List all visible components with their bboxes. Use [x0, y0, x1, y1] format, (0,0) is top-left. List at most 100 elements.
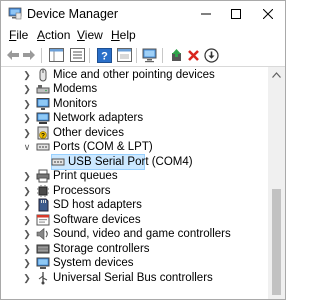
chevron-right-icon[interactable]: ❯: [22, 185, 32, 197]
tree-item-label: USB Serial Port (COM4): [68, 156, 193, 168]
sd-card-icon: [38, 198, 49, 212]
device-manager-window: Device Manager File Action View Help ? ❯…: [0, 0, 286, 300]
device-manager-icon: [8, 7, 22, 20]
toolbar: ?: [1, 45, 285, 67]
svg-text:?: ?: [41, 132, 45, 139]
properties-list-button[interactable]: [69, 47, 85, 63]
tree-item-label: Print queues: [53, 170, 118, 182]
tree-item-other-devices[interactable]: ❯ ? Other devices: [1, 126, 268, 140]
help-button[interactable]: ?: [96, 47, 112, 63]
tree-item-label: Mice and other pointing devices: [53, 69, 215, 81]
svg-text:?: ?: [101, 50, 108, 62]
toolbar-separator: [162, 48, 163, 63]
tree-item-label: Sound, video and game controllers: [53, 228, 231, 240]
chevron-right-icon[interactable]: ❯: [22, 127, 32, 139]
chevron-right-icon[interactable]: ❯: [22, 98, 32, 110]
update-driver-icon: [171, 48, 181, 61]
tree-item-software-devices[interactable]: ❯ Software devices: [1, 213, 268, 227]
update-driver-button[interactable]: [168, 47, 184, 63]
mouse-icon: [39, 68, 47, 82]
tree-item-sd-host-adapters[interactable]: ❯ SD host adapters: [1, 198, 268, 212]
scroll-up-button[interactable]: [268, 67, 285, 83]
scroll-up-arrow-icon: [272, 72, 281, 78]
speaker-icon: [36, 227, 48, 241]
back-button[interactable]: [5, 47, 21, 63]
printer-icon: [36, 169, 50, 183]
chevron-right-icon[interactable]: ❯: [22, 112, 32, 124]
toolbar-separator: [89, 48, 90, 63]
back-arrow-icon: [7, 50, 19, 60]
title-bar[interactable]: Device Manager: [1, 1, 285, 27]
chevron-right-icon[interactable]: ❯: [22, 83, 32, 95]
window-title: Device Manager: [27, 7, 119, 21]
toolbar-separator: [136, 48, 137, 63]
tree-item-label: Software devices: [53, 214, 141, 226]
tree-item-label: Network adapters: [53, 112, 144, 124]
download-circle-icon: [203, 47, 219, 63]
download-driver-button[interactable]: [203, 47, 219, 63]
tree-item-usb-controllers[interactable]: ❯ Universal Serial Bus controllers: [1, 271, 268, 285]
storage-controller-icon: [36, 244, 50, 254]
chevron-right-icon[interactable]: ❯: [22, 199, 32, 211]
menu-file[interactable]: File: [9, 28, 28, 42]
tree-item-network-adapters[interactable]: ❯ Network adapters: [1, 111, 268, 125]
maximize-icon: [231, 9, 241, 19]
modem-icon: [36, 85, 50, 94]
scrollbar-thumb[interactable]: [272, 189, 281, 295]
window-pane-icon: [116, 48, 132, 62]
tree-item-mice[interactable]: ❯ Mice and other pointing devices: [1, 68, 268, 82]
usb-icon: [38, 272, 48, 285]
tree-item-label: Ports (COM & LPT): [53, 141, 153, 153]
network-adapter-icon: [36, 112, 50, 124]
toolbar-separator: [41, 48, 42, 63]
forward-button[interactable]: [21, 47, 37, 63]
tree-item-label: Other devices: [53, 127, 124, 139]
tree-item-processors[interactable]: ❯ Processors: [1, 184, 268, 198]
tree-item-ports[interactable]: ∨ Ports (COM & LPT): [1, 140, 268, 154]
minimize-button[interactable]: [191, 1, 221, 27]
chevron-right-icon[interactable]: ❯: [22, 228, 32, 240]
tree-item-print-queues[interactable]: ❯ Print queues: [1, 169, 268, 183]
forward-arrow-icon: [23, 50, 35, 60]
menu-action[interactable]: Action: [37, 28, 70, 42]
chevron-down-icon[interactable]: ∨: [22, 141, 32, 153]
chevron-right-icon[interactable]: ❯: [22, 257, 32, 269]
chevron-right-icon[interactable]: ❯: [22, 69, 32, 81]
chevron-right-icon[interactable]: ❯: [22, 243, 32, 255]
chevron-right-icon[interactable]: ❯: [22, 170, 32, 182]
system-devices-icon: [36, 257, 50, 269]
tree-item-label: System devices: [53, 257, 134, 269]
uninstall-device-button[interactable]: [185, 47, 201, 63]
monitor-scan-icon: [142, 48, 157, 62]
menu-view[interactable]: View: [77, 28, 103, 42]
minimize-icon: [201, 13, 211, 15]
chevron-right-icon[interactable]: ❯: [22, 272, 32, 284]
maximize-button[interactable]: [221, 1, 251, 27]
menu-help[interactable]: Help: [111, 28, 136, 42]
tree-item-modems[interactable]: ❯ Modems: [1, 82, 268, 96]
console-view-button[interactable]: [116, 47, 132, 63]
tree-item-label: Monitors: [53, 98, 98, 110]
tree-item-label: SD host adapters: [53, 199, 142, 211]
vertical-scrollbar[interactable]: [268, 67, 285, 299]
menu-bar: File Action View Help: [1, 27, 285, 45]
uninstall-x-icon: [187, 49, 199, 61]
chevron-right-icon[interactable]: ❯: [22, 214, 32, 226]
console-tree-icon: [48, 48, 64, 62]
close-button[interactable]: [253, 1, 283, 27]
close-icon: [263, 9, 273, 19]
tree-item-storage-controllers[interactable]: ❯ Storage controllers: [1, 242, 268, 256]
other-devices-icon: ?: [37, 126, 49, 140]
software-devices-icon: [36, 214, 50, 226]
tree-item-label: Storage controllers: [53, 243, 150, 255]
tree-item-label: Processors: [53, 185, 111, 197]
processor-icon: [37, 185, 49, 197]
scan-hardware-changes-button[interactable]: [142, 47, 158, 63]
tree-item-usb-serial-port[interactable]: USB Serial Port (COM4): [1, 154, 268, 170]
show-hide-console-tree-button[interactable]: [48, 47, 64, 63]
tree-item-system-devices[interactable]: ❯ System devices: [1, 256, 268, 270]
tree-item-sound-video-game[interactable]: ❯ Sound, video and game controllers: [1, 227, 268, 241]
device-tree: ❯ Mice and other pointing devices ❯ Mode…: [1, 67, 268, 299]
tree-item-monitors[interactable]: ❯ Monitors: [1, 97, 268, 111]
tree-item-label: Universal Serial Bus controllers: [53, 272, 213, 284]
